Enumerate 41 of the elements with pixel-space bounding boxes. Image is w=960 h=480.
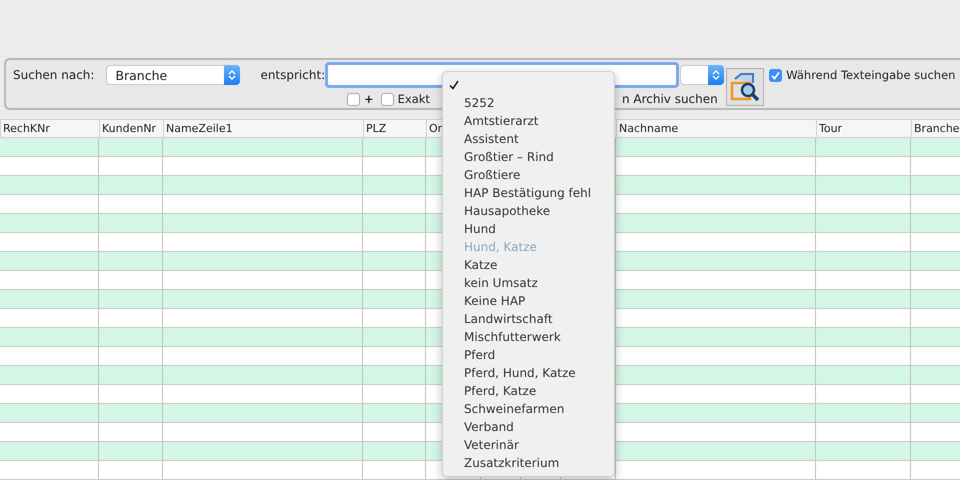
search-document-button[interactable] bbox=[726, 68, 764, 106]
matches-label: entspricht: bbox=[260, 68, 326, 82]
stepper-arrows-icon bbox=[228, 69, 236, 81]
column-header[interactable]: Nachname bbox=[619, 120, 678, 137]
archive-label: n Archiv suchen bbox=[622, 92, 718, 106]
menu-item[interactable]: HAP Bestätigung fehl bbox=[443, 184, 614, 202]
menu-item[interactable]: Katze bbox=[443, 256, 614, 274]
menu-item[interactable]: Amtstierarzt bbox=[443, 112, 614, 130]
column-header[interactable]: Tour bbox=[819, 120, 842, 137]
menu-item[interactable]: Hausapotheke bbox=[443, 202, 614, 220]
exact-checkbox[interactable]: Exakt bbox=[380, 92, 430, 106]
column-header[interactable]: Or bbox=[429, 120, 442, 137]
column-header[interactable]: PLZ bbox=[366, 120, 386, 137]
menu-item[interactable]: Pferd, Katze bbox=[443, 382, 614, 400]
menu-item[interactable]: Schweinefarmen bbox=[443, 400, 614, 418]
menu-item[interactable]: Keine HAP bbox=[443, 292, 614, 310]
menu-item[interactable]: Verband bbox=[443, 418, 614, 436]
menu-item[interactable]: 5252 bbox=[443, 94, 614, 112]
menu-item[interactable]: Großtier – Rind bbox=[443, 148, 614, 166]
search-by-select[interactable]: Branche bbox=[106, 65, 240, 85]
menu-item[interactable]: Großtiere bbox=[443, 166, 614, 184]
checkmark-icon bbox=[771, 70, 780, 80]
column-header[interactable]: Branche bbox=[914, 120, 960, 137]
menu-item[interactable]: Hund bbox=[443, 220, 614, 238]
menu-item[interactable]: Landwirtschaft bbox=[443, 310, 614, 328]
column-header[interactable]: KundenNr bbox=[102, 120, 156, 137]
operator-select[interactable] bbox=[680, 65, 724, 85]
menu-item[interactable]: Pferd bbox=[443, 346, 614, 364]
plus-checkbox[interactable]: + bbox=[347, 92, 374, 106]
stepper-arrows-icon bbox=[712, 69, 720, 81]
checkmark-icon bbox=[449, 80, 459, 90]
column-header[interactable]: NameZeile1 bbox=[166, 120, 233, 137]
menu-item[interactable]: Assistent bbox=[443, 130, 614, 148]
menu-item[interactable]: Zusatzkriterium bbox=[443, 454, 614, 472]
menu-item[interactable]: Pferd, Hund, Katze bbox=[443, 364, 614, 382]
column-header[interactable]: RechKNr bbox=[3, 120, 50, 137]
menu-item[interactable]: kein Umsatz bbox=[443, 274, 614, 292]
live-search-checkbox[interactable]: Während Texteingabe suchen bbox=[769, 68, 956, 82]
menu-item[interactable]: Mischfutterwerk bbox=[443, 328, 614, 346]
menu-item[interactable]: Veterinär bbox=[443, 436, 614, 454]
search-by-label: Suchen nach: bbox=[13, 68, 94, 82]
